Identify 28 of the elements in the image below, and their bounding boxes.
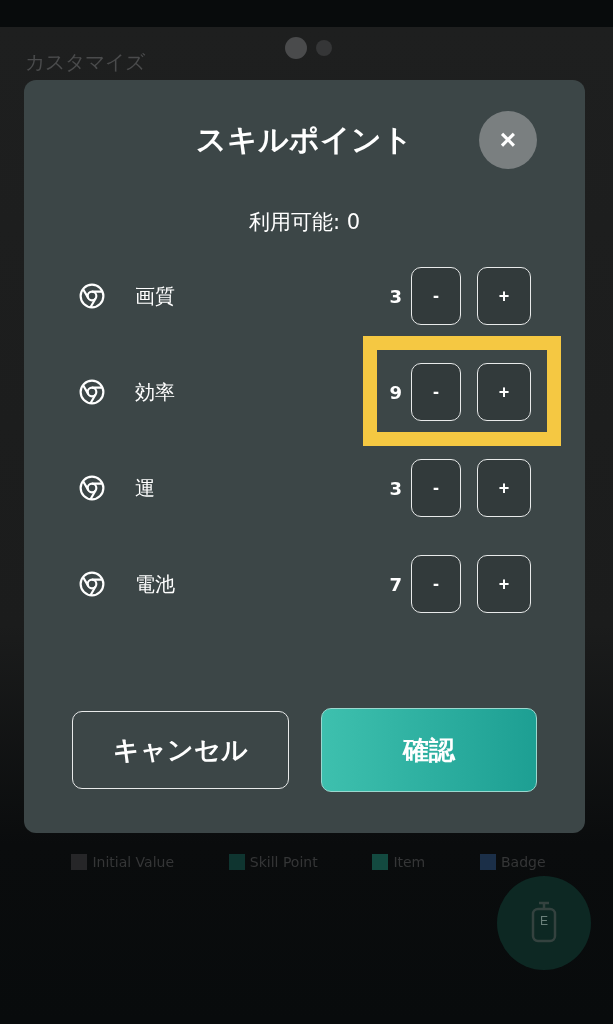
minus-button[interactable]: - — [411, 267, 461, 325]
skill-name: 電池 — [135, 570, 176, 598]
plus-button[interactable]: + — [477, 267, 531, 325]
minus-button[interactable]: - — [411, 363, 461, 421]
skill-value: 3 — [389, 285, 402, 307]
plus-button[interactable]: + — [477, 363, 531, 421]
available-points: 利用可能: 0 — [247, 209, 362, 236]
skill-value: 9 — [389, 381, 402, 403]
skill-value: 7 — [389, 573, 402, 595]
page-dot[interactable] — [285, 37, 307, 59]
plus-button[interactable]: + — [477, 459, 531, 517]
skill-name: 効率 — [135, 378, 176, 406]
cancel-button[interactable]: キャンセル — [72, 711, 289, 789]
close-button[interactable]: × — [479, 111, 537, 169]
circle-logo-icon — [79, 571, 105, 597]
minus-button[interactable]: - — [411, 555, 461, 613]
skill-name: 画質 — [135, 282, 176, 310]
circle-logo-icon — [79, 283, 105, 309]
skill-value: 3 — [389, 477, 402, 499]
skill-name: 運 — [135, 474, 156, 502]
battery-button[interactable]: E — [497, 876, 591, 970]
plus-button[interactable]: + — [477, 555, 531, 613]
circle-logo-icon — [79, 379, 105, 405]
bottle-icon — [529, 901, 559, 945]
minus-button[interactable]: - — [411, 459, 461, 517]
page-dot[interactable] — [316, 40, 332, 56]
circle-logo-icon — [79, 475, 105, 501]
dialog-title: スキルポイント — [196, 120, 413, 159]
